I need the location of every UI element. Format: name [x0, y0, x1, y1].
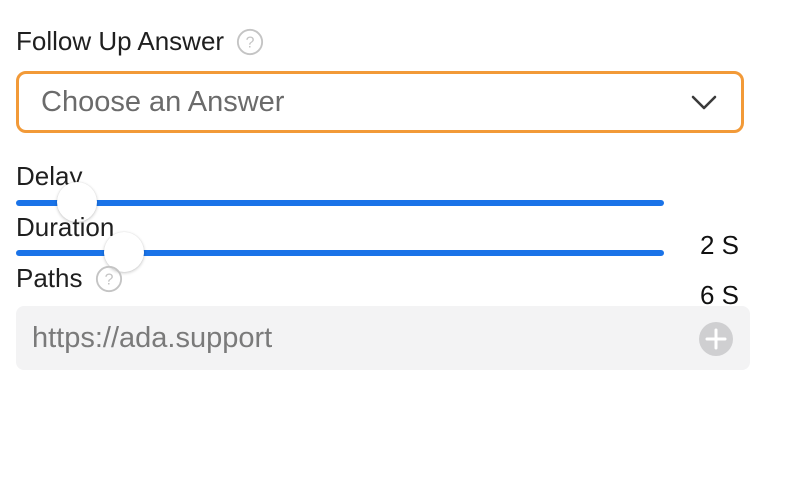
duration-label: Duration	[16, 212, 115, 242]
path-input-wrapper	[16, 306, 750, 370]
question-circle-icon[interactable]: ?	[95, 265, 123, 293]
follow-up-settings-panel: Follow Up Answer ? Choose an Answer Dela…	[0, 0, 786, 482]
paths-label: Paths	[16, 263, 83, 293]
follow-up-label-row: Follow Up Answer ?	[16, 26, 264, 57]
follow-up-answer-label: Follow Up Answer	[16, 26, 225, 56]
follow-up-answer-select[interactable]: Choose an Answer	[16, 71, 744, 133]
delay-slider-track[interactable]	[16, 200, 664, 206]
paths-label-row: Paths ?	[16, 263, 123, 294]
chevron-down-icon	[691, 95, 717, 110]
path-url-input[interactable]	[32, 306, 692, 370]
plus-circle-icon[interactable]	[698, 321, 734, 357]
question-circle-icon[interactable]: ?	[236, 28, 264, 56]
svg-text:?: ?	[104, 271, 113, 288]
svg-text:?: ?	[246, 34, 255, 51]
delay-value: 2 S	[700, 230, 740, 260]
select-selected-value: Choose an Answer	[41, 85, 285, 118]
